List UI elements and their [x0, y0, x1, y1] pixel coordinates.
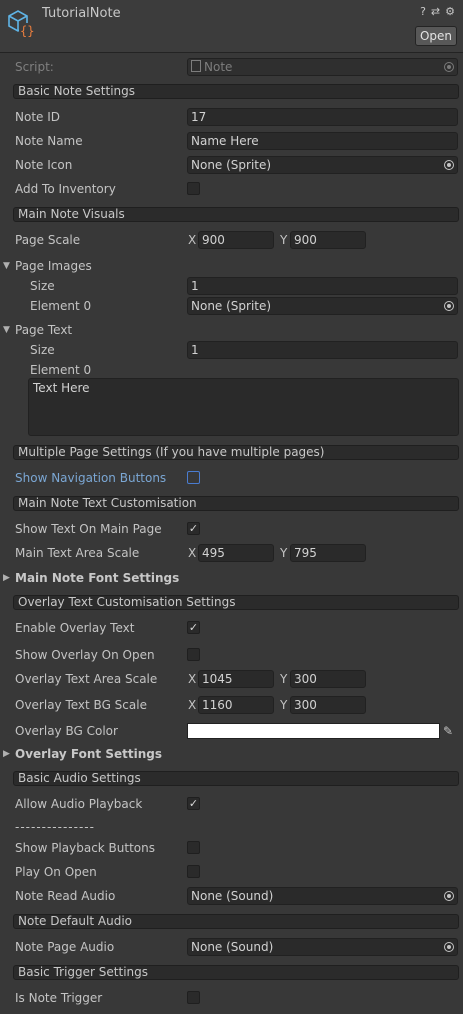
page-audio-label: Note Page Audio — [15, 940, 115, 954]
allow-audio-checkbox[interactable]: ✓ — [187, 797, 200, 810]
page-audio-value: None (Sound) — [191, 940, 274, 954]
page-text-element0-textarea[interactable]: Text Here — [28, 378, 459, 436]
script-file-icon — [191, 60, 201, 72]
read-audio-value: None (Sound) — [191, 889, 274, 903]
object-picker-icon[interactable] — [444, 301, 454, 311]
overlay-area-label: Overlay Text Area Scale — [15, 672, 158, 686]
overlay-bg-scale-label: Overlay Text BG Scale — [15, 698, 147, 712]
y-label: Y — [280, 233, 288, 247]
object-picker-icon[interactable] — [444, 891, 454, 901]
foldout-closed-icon[interactable]: ▶ — [3, 573, 10, 583]
overlay-area-x-input[interactable]: 1045 — [198, 670, 274, 688]
note-name-label: Note Name — [15, 134, 83, 148]
section-basic-note: Basic Note Settings — [13, 84, 459, 99]
show-overlay-open-checkbox[interactable] — [187, 648, 200, 661]
object-picker-icon[interactable] — [444, 942, 454, 952]
enable-overlay-checkbox[interactable]: ✓ — [187, 621, 200, 634]
x-label: X — [188, 546, 197, 560]
note-id-input[interactable]: 17 — [187, 108, 458, 126]
foldout-closed-icon[interactable]: ▶ — [3, 749, 10, 759]
overlay-area-y-input[interactable]: 300 — [290, 670, 366, 688]
read-audio-label: Note Read Audio — [15, 889, 116, 903]
main-font-settings-foldout[interactable]: Main Note Font Settings — [15, 571, 179, 585]
page-images-foldout[interactable]: Page Images — [15, 259, 92, 273]
page-text-element0-label: Element 0 — [30, 363, 92, 377]
script-field[interactable]: Note — [187, 58, 458, 76]
page-images-element0-value: None (Sprite) — [191, 299, 272, 313]
preset-icon[interactable]: ⇄ — [431, 5, 440, 18]
x-label: X — [188, 698, 197, 712]
help-icon[interactable]: ? — [420, 5, 426, 18]
page-scale-label: Page Scale — [15, 233, 81, 247]
note-icon-label: Note Icon — [15, 158, 73, 172]
overlay-bg-x-input[interactable]: 1160 — [198, 696, 274, 714]
page-images-size-input[interactable]: 1 — [187, 277, 458, 295]
section-trigger: Basic Trigger Settings — [13, 965, 459, 980]
page-audio-field[interactable]: None (Sound) — [187, 938, 458, 956]
show-text-label: Show Text On Main Page — [15, 522, 162, 536]
enable-overlay-label: Enable Overlay Text — [15, 621, 135, 635]
separator-text: --------------- — [15, 820, 95, 834]
section-multipage: Multiple Page Settings (If you have mult… — [13, 445, 459, 460]
y-label: Y — [280, 546, 288, 560]
eyedropper-icon[interactable]: ✎ — [443, 724, 453, 738]
object-picker-icon[interactable] — [444, 160, 454, 170]
section-default-audio: Note Default Audio — [13, 914, 459, 929]
page-scale-x-input[interactable]: 900 — [198, 231, 274, 249]
foldout-open-icon[interactable]: ▼ — [3, 261, 10, 271]
script-label: Script: — [15, 60, 54, 74]
section-overlay: Overlay Text Customisation Settings — [13, 595, 459, 610]
play-on-open-checkbox[interactable] — [187, 865, 200, 878]
show-text-checkbox[interactable]: ✓ — [187, 522, 200, 535]
note-name-input[interactable]: Name Here — [187, 132, 458, 150]
main-text-area-x-input[interactable]: 495 — [198, 544, 274, 562]
x-label: X — [188, 233, 197, 247]
page-text-foldout[interactable]: Page Text — [15, 323, 72, 337]
overlay-bg-color-label: Overlay BG Color — [15, 724, 118, 738]
page-text-size-label: Size — [30, 343, 55, 357]
page-text-size-input[interactable]: 1 — [187, 341, 458, 359]
settings-icon[interactable]: ⚙ — [445, 5, 455, 18]
main-text-area-y-input[interactable]: 795 — [290, 544, 366, 562]
overlay-bg-y-input[interactable]: 300 — [290, 696, 366, 714]
component-title: TutorialNote — [42, 6, 121, 21]
show-overlay-open-label: Show Overlay On Open — [15, 648, 155, 662]
svg-text:{}: {} — [20, 24, 34, 38]
header-icons: ? ⇄ ⚙ — [420, 5, 455, 18]
object-picker-icon — [444, 62, 454, 72]
page-images-size-label: Size — [30, 279, 55, 293]
page-images-element0-label: Element 0 — [30, 299, 92, 313]
page-images-element0-field[interactable]: None (Sprite) — [187, 297, 458, 315]
section-audio: Basic Audio Settings — [13, 771, 459, 786]
is-trigger-checkbox[interactable] — [187, 991, 200, 1004]
open-button[interactable]: Open — [415, 26, 457, 46]
main-text-area-label: Main Text Area Scale — [15, 546, 140, 560]
y-label: Y — [280, 698, 288, 712]
page-scale-y-input[interactable]: 900 — [290, 231, 366, 249]
section-visuals: Main Note Visuals — [13, 207, 459, 222]
note-icon-field[interactable]: None (Sprite) — [187, 156, 458, 174]
inspector-header: {} TutorialNote ? ⇄ ⚙ Open — [0, 0, 463, 53]
script-asset-icon: {} — [8, 10, 34, 38]
overlay-font-settings-foldout[interactable]: Overlay Font Settings — [15, 747, 162, 761]
note-icon-value: None (Sprite) — [191, 158, 272, 172]
add-inventory-checkbox[interactable] — [187, 182, 200, 195]
note-id-label: Note ID — [15, 110, 60, 124]
read-audio-field[interactable]: None (Sound) — [187, 887, 458, 905]
x-label: X — [188, 672, 197, 686]
script-value: Note — [204, 60, 233, 74]
show-nav-checkbox[interactable] — [187, 471, 200, 484]
show-nav-label: Show Navigation Buttons — [15, 471, 167, 485]
show-playback-label: Show Playback Buttons — [15, 841, 155, 855]
y-label: Y — [280, 672, 288, 686]
section-main-text: Main Note Text Customisation — [13, 496, 459, 511]
play-on-open-label: Play On Open — [15, 865, 97, 879]
add-inventory-label: Add To Inventory — [15, 182, 116, 196]
show-playback-checkbox[interactable] — [187, 841, 200, 854]
is-trigger-label: Is Note Trigger — [15, 991, 103, 1005]
allow-audio-label: Allow Audio Playback — [15, 797, 143, 811]
overlay-bg-color-swatch[interactable] — [187, 723, 440, 739]
foldout-open-icon[interactable]: ▼ — [3, 325, 10, 335]
